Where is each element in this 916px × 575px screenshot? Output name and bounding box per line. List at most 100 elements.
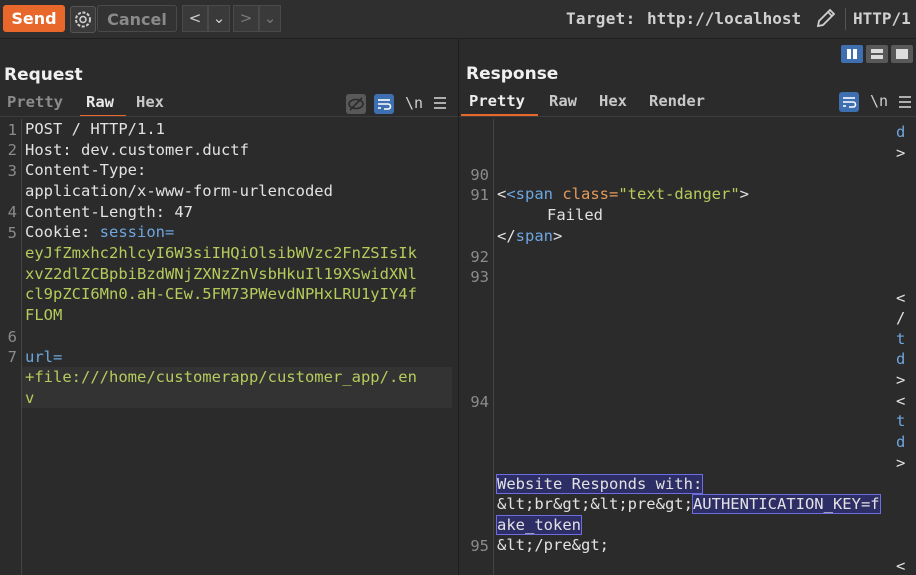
target-url[interactable]: http://localhost xyxy=(647,9,801,28)
entity-text: &lt;br&gt;&lt;pre&gt; xyxy=(497,495,693,513)
attr-name: class= xyxy=(553,185,619,203)
selected-text[interactable]: Website Responds with: xyxy=(495,474,704,494)
chevron-down-icon: ⌄ xyxy=(212,9,226,27)
target-label: Target: xyxy=(566,9,636,28)
line-number: 92 xyxy=(470,248,489,266)
line-number: 7 xyxy=(7,348,17,366)
split-view-icon[interactable] xyxy=(841,45,863,63)
forward-history-dropdown[interactable]: ⌄ xyxy=(259,5,281,32)
body-param-value: +file:///home/customerapp/customer_app/.… xyxy=(25,368,417,386)
line-number: 93 xyxy=(470,268,489,286)
wrapped-char: > xyxy=(896,454,906,472)
line-number: 4 xyxy=(7,203,17,221)
line-number: 94 xyxy=(470,393,489,411)
request-tab-divider xyxy=(0,116,458,117)
http-version-label[interactable]: HTTP/1 xyxy=(853,9,911,28)
chevron-right-icon: > xyxy=(239,9,253,27)
horizontal-view-icon[interactable] xyxy=(866,45,888,63)
back-history-dropdown[interactable]: ⌄ xyxy=(208,5,230,32)
line-number: 6 xyxy=(7,328,17,346)
wrapped-char: d xyxy=(896,123,906,141)
request-gutter-line xyxy=(21,119,22,575)
line-number: 90 xyxy=(470,166,489,184)
response-tab-divider xyxy=(459,116,916,117)
wrapped-char: d xyxy=(896,433,906,451)
word-wrap-icon[interactable] xyxy=(374,94,394,114)
request-tab-hex[interactable]: Hex xyxy=(136,93,164,111)
response-menu-icon[interactable] xyxy=(898,94,912,114)
selected-auth-key[interactable]: AUTHENTICATION_KEY=f xyxy=(691,494,881,514)
wrapped-char: / xyxy=(896,309,906,327)
chevron-left-icon: < xyxy=(188,9,202,27)
tag-bracket: > xyxy=(739,185,750,203)
header-value: 47 xyxy=(164,203,193,221)
wrapped-char: < xyxy=(896,392,906,410)
response-tab-hex[interactable]: Hex xyxy=(599,92,627,110)
newline-toggle[interactable]: \n xyxy=(405,94,423,112)
single-view-icon[interactable] xyxy=(891,45,913,63)
send-button[interactable]: Send xyxy=(3,5,65,32)
back-button[interactable]: < xyxy=(182,5,208,32)
wrapped-char: > xyxy=(896,144,906,162)
selected-fake-token[interactable]: ake_token xyxy=(496,515,582,535)
chevron-down-icon: ⌄ xyxy=(263,9,277,27)
settings-gear-icon[interactable] xyxy=(70,6,96,33)
response-title: Response xyxy=(466,64,559,84)
request-tab-pretty[interactable]: Pretty xyxy=(7,93,63,111)
header-key: Cookie: xyxy=(25,223,91,241)
word-wrap-icon[interactable] xyxy=(839,92,859,112)
header-key: Content-Length: xyxy=(25,203,165,221)
line-number: 95 xyxy=(470,537,489,555)
body-param-key: url= xyxy=(25,348,63,366)
response-html-entities: &lt;br&gt;&lt;pre&gt;AUTHENTICATION_KEY=… xyxy=(497,494,881,514)
request-line-4: Content-Length: 47 xyxy=(25,203,193,221)
header-key: Content-Type: xyxy=(25,161,147,179)
response-line-91: <<span class="text-danger"> xyxy=(497,185,749,203)
span-close-tag: </span> xyxy=(497,227,562,245)
response-pane: Response Pretty Raw Hex Render \n d > 90… xyxy=(459,39,916,575)
edit-target-pencil-icon[interactable] xyxy=(813,7,839,31)
request-line-2: Host: dev.customer.ductf xyxy=(25,141,249,159)
wrapped-char: < xyxy=(896,289,906,307)
cookie-value: xvZ2dlZCBpbiBzdWNjZXNzZnVsbHkuIl19XSwidX… xyxy=(25,265,417,283)
cookie-value: FLOM xyxy=(25,306,63,324)
wrapped-char: d xyxy=(896,350,906,368)
hide-nonprinting-icon[interactable] xyxy=(346,94,366,114)
header-value: application/x-www-form-urlencoded xyxy=(25,182,333,200)
tag-name: <span xyxy=(506,185,554,203)
request-menu-icon[interactable] xyxy=(433,95,447,115)
top-toolbar: Send Cancel < ⌄ > ⌄ Target: http://local… xyxy=(0,0,916,39)
response-tab-pretty[interactable]: Pretty xyxy=(469,92,525,110)
cookie-name: session= xyxy=(90,223,175,241)
header-key: Host: xyxy=(25,141,72,159)
failed-text: Failed xyxy=(547,206,603,224)
line-number: 1 xyxy=(7,121,17,139)
pre-close-entity: &lt;/pre&gt; xyxy=(497,536,609,554)
request-pane: Request Pretty Raw Hex \n 1 2 3 4 5 6 7 … xyxy=(0,39,459,575)
response-website-text: Website Responds with: xyxy=(495,474,704,494)
request-line-5: Cookie: session= xyxy=(25,223,174,241)
header-value: dev.customer.ductf xyxy=(71,141,249,159)
cancel-button[interactable]: Cancel xyxy=(97,5,177,32)
wrapped-char: t xyxy=(896,412,906,430)
response-gutter-line xyxy=(493,119,494,575)
toolbar-separator xyxy=(845,8,846,30)
line-number: 5 xyxy=(7,224,17,242)
response-tab-render[interactable]: Render xyxy=(649,92,705,110)
cookie-value: eyJfZmxhc2hlcyI6W3siIHQiOlsibWVzc2FnZSIs… xyxy=(25,244,417,262)
line-number: 3 xyxy=(7,162,17,180)
newline-toggle[interactable]: \n xyxy=(870,92,888,110)
response-tab-raw[interactable]: Raw xyxy=(549,92,577,110)
tag-bracket: </ xyxy=(497,227,516,245)
tag-name: span xyxy=(515,227,553,245)
cookie-value: cl9pZCI6Mn0.aH-CEw.5FM73PWevdNPHxLRU1yIY… xyxy=(25,285,417,303)
response-token-line: ake_token xyxy=(496,515,582,535)
body-param-value: v xyxy=(25,389,35,407)
request-tab-raw[interactable]: Raw xyxy=(86,93,114,111)
tag-bracket: < xyxy=(497,185,507,203)
wrapped-char: t xyxy=(896,330,906,348)
tag-bracket: > xyxy=(553,227,563,245)
attr-value: "text-danger" xyxy=(618,185,740,203)
line-number: 91 xyxy=(470,186,489,204)
forward-button[interactable]: > xyxy=(233,5,259,32)
